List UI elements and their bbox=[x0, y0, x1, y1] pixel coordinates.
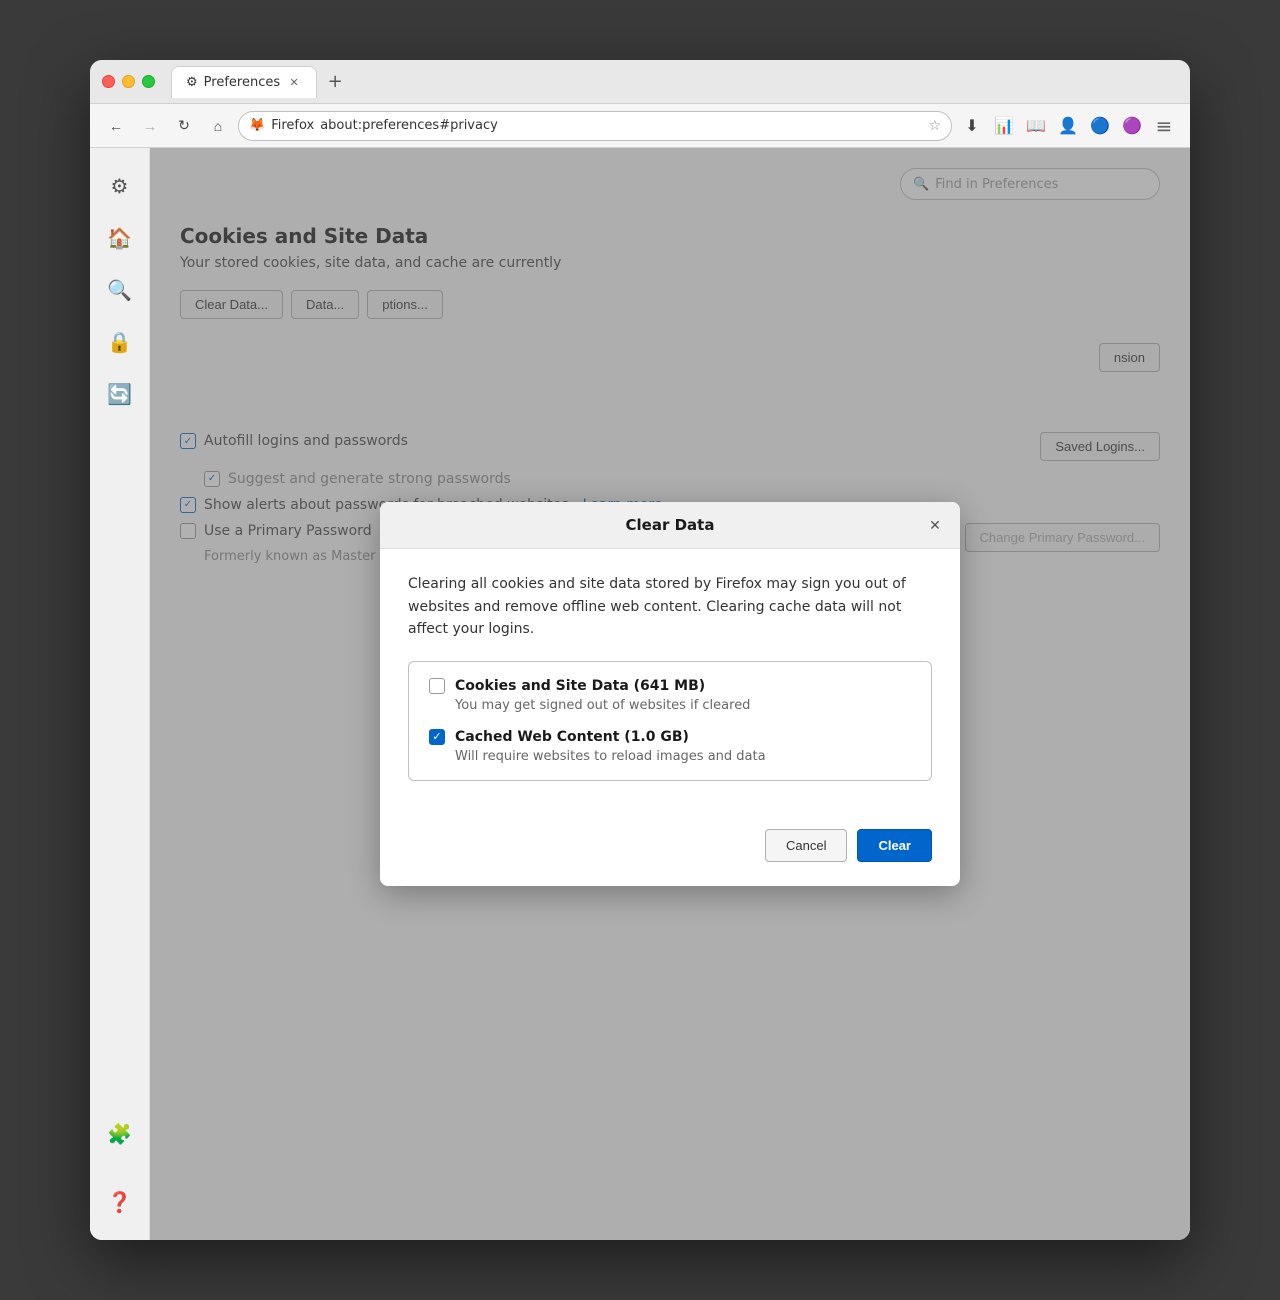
title-bar: ⚙ Preferences ✕ + bbox=[90, 60, 1190, 104]
back-button[interactable]: ← bbox=[102, 112, 130, 140]
sidebar-sync-icon[interactable]: 🔄 bbox=[102, 376, 138, 412]
modal-option-row-cache: ✓ Cached Web Content (1.0 GB) bbox=[429, 729, 911, 745]
tab-bar: ⚙ Preferences ✕ + bbox=[171, 66, 1178, 98]
toolbar-icons: ⬇ 📊 📖 👤 🔵 🟣 ≡ bbox=[958, 112, 1178, 140]
home-button[interactable]: ⌂ bbox=[204, 112, 232, 140]
modal-option-row-cookies: Cookies and Site Data (641 MB) bbox=[429, 678, 911, 694]
extension-icon[interactable]: 🟣 bbox=[1118, 112, 1146, 140]
cache-option-desc: Will require websites to reload images a… bbox=[455, 749, 911, 764]
cookies-option-checkbox[interactable] bbox=[429, 678, 445, 694]
tab-close-button[interactable]: ✕ bbox=[286, 74, 302, 90]
modal-description: Clearing all cookies and site data store… bbox=[408, 573, 932, 640]
modal-option-cache: ✓ Cached Web Content (1.0 GB) Will requi… bbox=[429, 729, 911, 764]
modal-title: Clear Data bbox=[626, 516, 715, 534]
sidebar-general-icon[interactable]: ⚙ bbox=[102, 168, 138, 204]
cookies-option-label: Cookies and Site Data (641 MB) bbox=[455, 678, 705, 694]
modal-options: Cookies and Site Data (641 MB) You may g… bbox=[408, 661, 932, 781]
modal-option-cookies: Cookies and Site Data (641 MB) You may g… bbox=[429, 678, 911, 713]
browser-label: Firefox bbox=[271, 118, 314, 133]
firefox-icon: 🦊 bbox=[249, 118, 265, 133]
modal-header: Clear Data ✕ bbox=[380, 502, 960, 549]
preferences-tab[interactable]: ⚙ Preferences ✕ bbox=[171, 66, 317, 98]
browser-window: ⚙ Preferences ✕ + ← → ↻ ⌂ 🦊 Firefox abou… bbox=[90, 60, 1190, 1240]
clear-data-modal: Clear Data ✕ Clearing all cookies and si… bbox=[380, 502, 960, 885]
sidebar: ⚙ 🏠 🔍 🔒 🔄 🧩 ❓ bbox=[90, 148, 150, 1240]
traffic-lights bbox=[102, 75, 155, 88]
downloads-icon[interactable]: ⬇ bbox=[958, 112, 986, 140]
modal-footer: Cancel Clear bbox=[380, 829, 960, 886]
close-traffic-light[interactable] bbox=[102, 75, 115, 88]
sidebar-search-icon[interactable]: 🔍 bbox=[102, 272, 138, 308]
vpn-icon[interactable]: 🔵 bbox=[1086, 112, 1114, 140]
main-content: 🔍 Find in Preferences Cookies and Site D… bbox=[150, 148, 1190, 1240]
cookies-option-desc: You may get signed out of websites if cl… bbox=[455, 698, 911, 713]
address-bar[interactable]: 🦊 Firefox about:preferences#privacy ☆ bbox=[238, 111, 952, 141]
sidebar-extensions-icon[interactable]: 🧩 bbox=[102, 1116, 138, 1152]
modal-overlay: Clear Data ✕ Clearing all cookies and si… bbox=[150, 148, 1190, 1240]
nav-bar: ← → ↻ ⌂ 🦊 Firefox about:preferences#priv… bbox=[90, 104, 1190, 148]
modal-body: Clearing all cookies and site data store… bbox=[380, 549, 960, 828]
menu-icon[interactable]: ≡ bbox=[1150, 112, 1178, 140]
url-text: about:preferences#privacy bbox=[320, 118, 922, 133]
account-icon[interactable]: 👤 bbox=[1054, 112, 1082, 140]
bookmark-icon[interactable]: ☆ bbox=[928, 118, 941, 134]
minimize-traffic-light[interactable] bbox=[122, 75, 135, 88]
sidebar-home-icon[interactable]: 🏠 bbox=[102, 220, 138, 256]
content-area: ⚙ 🏠 🔍 🔒 🔄 🧩 ❓ 🔍 Find in Preferences Cook… bbox=[90, 148, 1190, 1240]
sidebar-privacy-icon[interactable]: 🔒 bbox=[102, 324, 138, 360]
cancel-button[interactable]: Cancel bbox=[765, 829, 847, 862]
modal-close-button[interactable]: ✕ bbox=[924, 514, 946, 536]
forward-button[interactable]: → bbox=[136, 112, 164, 140]
maximize-traffic-light[interactable] bbox=[142, 75, 155, 88]
library-icon[interactable]: 📊 bbox=[990, 112, 1018, 140]
preferences-tab-icon: ⚙ bbox=[186, 75, 198, 90]
preferences-tab-label: Preferences bbox=[204, 75, 280, 90]
cache-option-label: Cached Web Content (1.0 GB) bbox=[455, 729, 689, 745]
cache-option-checkbox[interactable]: ✓ bbox=[429, 729, 445, 745]
reload-button[interactable]: ↻ bbox=[170, 112, 198, 140]
new-tab-button[interactable]: + bbox=[321, 68, 349, 96]
clear-button[interactable]: Clear bbox=[857, 829, 932, 862]
reader-icon[interactable]: 📖 bbox=[1022, 112, 1050, 140]
sidebar-help-icon[interactable]: ❓ bbox=[102, 1184, 138, 1220]
